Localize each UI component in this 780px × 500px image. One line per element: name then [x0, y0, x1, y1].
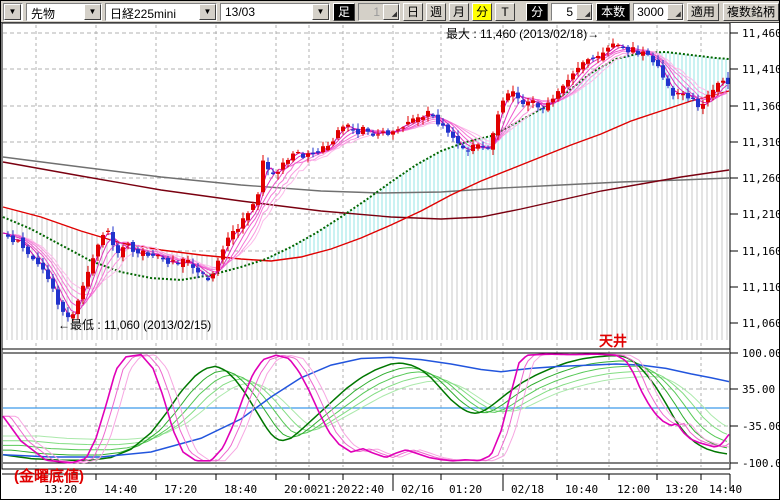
- axis-label: 18:40: [224, 483, 257, 496]
- axis-label: 35.00: [742, 383, 775, 396]
- chevron-down-icon[interactable]: ▼: [4, 4, 21, 20]
- chevron-down-icon[interactable]: ▼: [84, 4, 101, 20]
- bar-count-spinner[interactable]: 3000 ◢: [633, 3, 684, 21]
- axis-label: 12:00: [617, 483, 650, 496]
- period-button-分[interactable]: 分: [472, 3, 492, 21]
- axis-label: 21:20: [317, 483, 350, 496]
- bar-count-value: 3000: [634, 4, 667, 20]
- chart-canvas[interactable]: 11,460 11,410 11,360 11,310 11,260 11,210 11,1…: [1, 23, 780, 500]
- symbol-combo[interactable]: 日経225mini ▼: [105, 3, 217, 21]
- axis-label: 22:40: [351, 483, 384, 496]
- axis-label: 14:40: [104, 483, 137, 496]
- axis-label: 01:20: [449, 483, 482, 496]
- period-button-group: 日週月分T: [403, 3, 515, 21]
- trading-app-window: ▼ 先物 ▼ 日経225mini ▼ 13/03 ▼ 足 1 ◢ 日週月分T 分…: [0, 0, 780, 500]
- chevron-down-icon[interactable]: ▼: [199, 4, 216, 20]
- axis-label: 14:40: [709, 483, 742, 496]
- minutes-spinner[interactable]: 5 ◢: [551, 3, 593, 21]
- axis-label: 11,310: [742, 136, 780, 149]
- bar-count-label: 本数: [596, 3, 630, 21]
- max-price-annotation: 最大 : 11,460 (2013/02/18)→: [446, 25, 599, 42]
- spinner-icon[interactable]: ◢: [383, 4, 399, 20]
- symbol-type-value: 先物: [27, 4, 84, 20]
- friday-bottom-annotation: (金曜底値): [14, 465, 84, 486]
- axis-label: 11,060: [742, 317, 780, 330]
- spinner-icon[interactable]: ◢: [667, 4, 683, 20]
- chart-toolbar: ▼ 先物 ▼ 日経225mini ▼ 13/03 ▼ 足 1 ◢ 日週月分T 分…: [1, 1, 780, 23]
- ceiling-annotation: 天井: [599, 331, 627, 351]
- axis-label: 11,410: [742, 63, 780, 76]
- period-button-月[interactable]: 月: [449, 3, 469, 21]
- period-button-日[interactable]: 日: [403, 3, 423, 21]
- axis-label: 13:20: [665, 483, 698, 496]
- axis-label: 11,360: [742, 100, 780, 113]
- bar-interval-spinner[interactable]: 1 ◢: [358, 3, 400, 21]
- minutes-value: 5: [552, 4, 576, 20]
- axis-label: -100.00: [742, 457, 780, 470]
- bar-interval-value: 1: [359, 4, 383, 20]
- axis-label: 11,110: [742, 281, 780, 294]
- chevron-down-icon[interactable]: ▼: [312, 4, 329, 20]
- contract-month-value: 13/03: [221, 4, 312, 20]
- axis-label: 11,210: [742, 208, 780, 221]
- axis-label: 11,260: [742, 172, 780, 185]
- mini-symbol-combo[interactable]: ▼: [3, 3, 23, 21]
- axis-label: 11,460: [742, 27, 780, 40]
- period-button-週[interactable]: 週: [426, 3, 446, 21]
- axis-label: 02/16: [401, 483, 434, 496]
- symbol-value: 日経225mini: [106, 4, 199, 20]
- axis-label: 100.00: [742, 347, 780, 360]
- min-price-annotation: ←最低 : 11,060 (2013/02/15): [58, 316, 211, 333]
- minutes-label: 分: [526, 3, 548, 21]
- bar-type-label: 足: [333, 3, 355, 21]
- apply-button[interactable]: 適用: [687, 3, 719, 21]
- axis-label: 17:20: [164, 483, 197, 496]
- axis-label: -35.00: [742, 420, 780, 433]
- multi-symbol-button[interactable]: 複数銘柄: [723, 3, 779, 21]
- axis-label: 10:40: [565, 483, 598, 496]
- axis-label: 20:00: [284, 483, 317, 496]
- axis-label: 11,160: [742, 245, 780, 258]
- axis-label: 02/18: [511, 483, 544, 496]
- symbol-type-combo[interactable]: 先物 ▼: [26, 3, 102, 21]
- period-button-T[interactable]: T: [495, 3, 515, 21]
- spinner-icon[interactable]: ◢: [576, 4, 592, 20]
- contract-month-combo[interactable]: 13/03 ▼: [220, 3, 330, 21]
